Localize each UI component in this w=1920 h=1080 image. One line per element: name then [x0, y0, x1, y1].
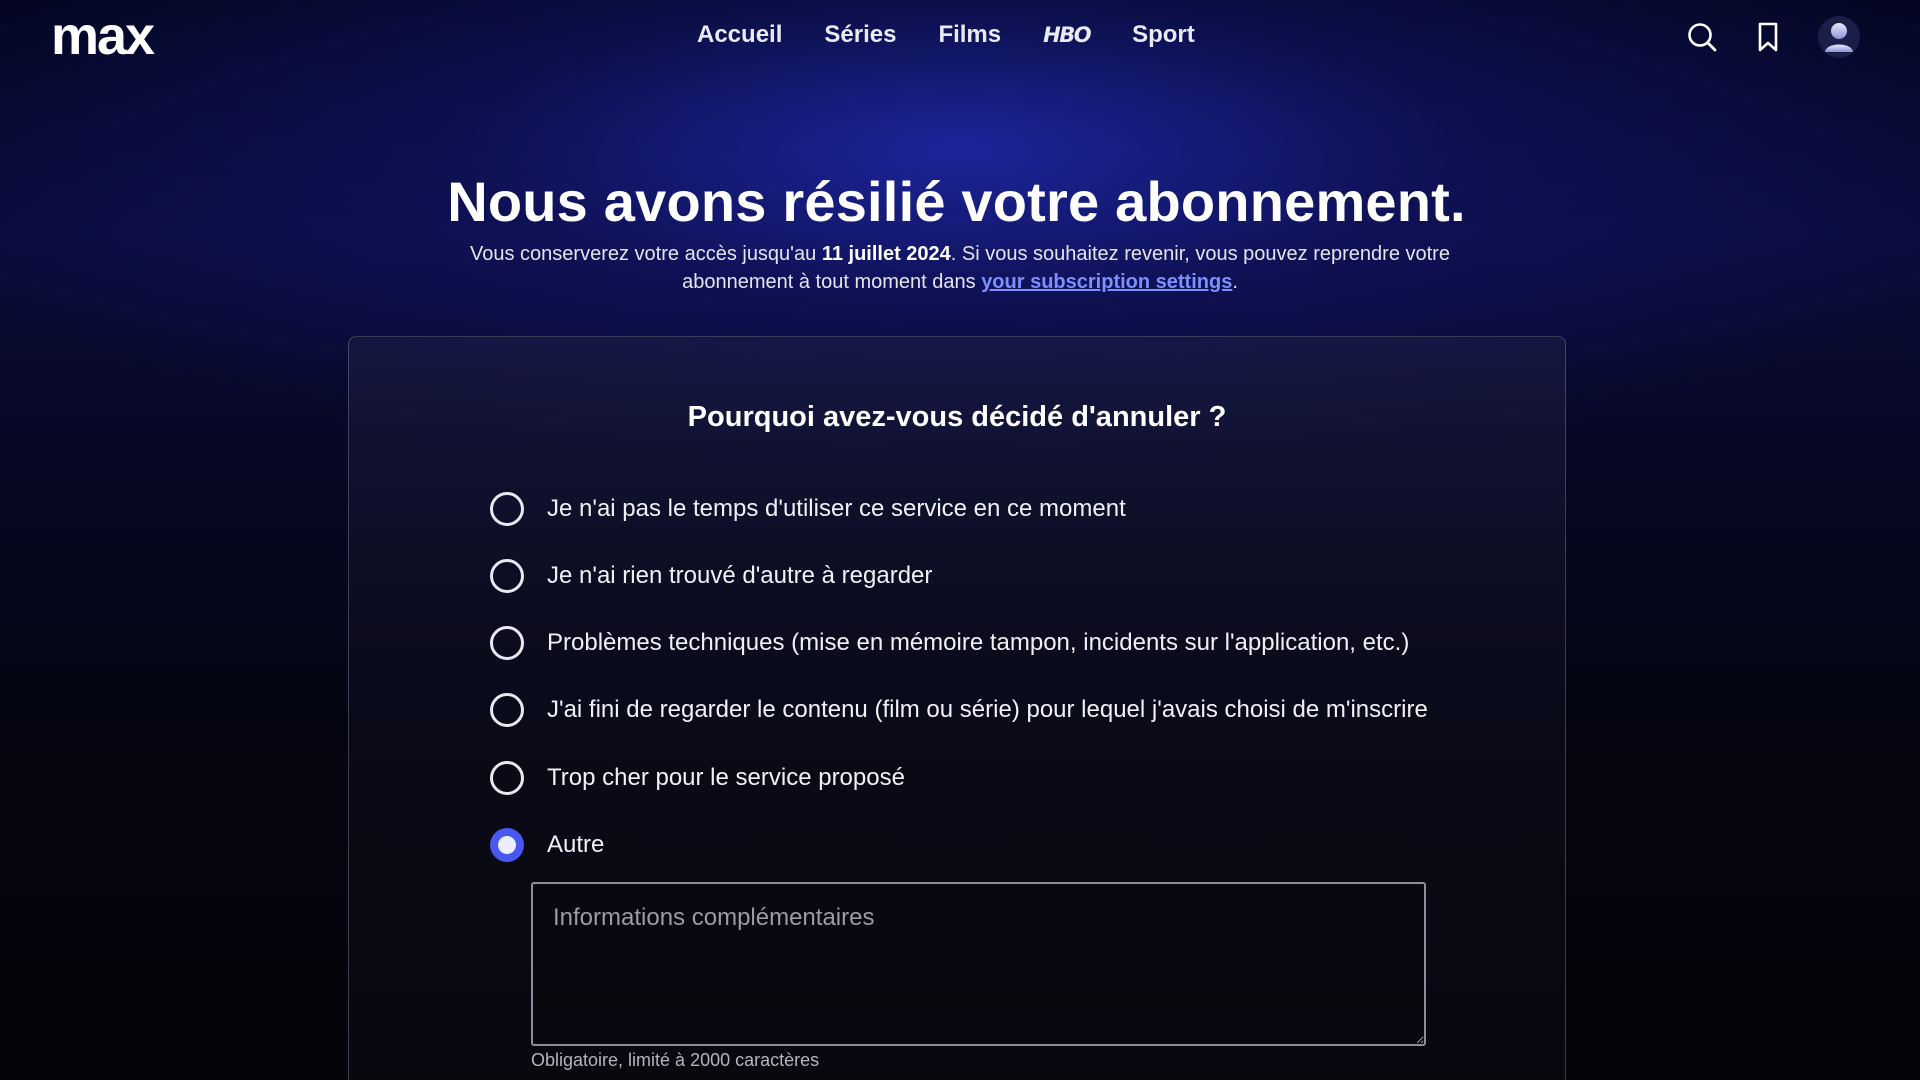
subtitle-end: .	[1232, 271, 1238, 293]
survey-option-no-time[interactable]: Je n'ai pas le temps d'utiliser ce servi…	[490, 489, 1126, 529]
radio-button[interactable]	[490, 761, 524, 795]
survey-question: Pourquoi avez-vous décidé d'annuler ?	[687, 401, 1227, 433]
option-label: Trop cher pour le service proposé	[547, 764, 905, 791]
radio-button-selected[interactable]	[490, 828, 524, 862]
survey-option-other[interactable]: Autre	[490, 825, 604, 865]
access-end-date: 11 juillet 2024	[821, 243, 951, 265]
survey-option-too-expensive[interactable]: Trop cher pour le service proposé	[490, 758, 905, 798]
top-header: max Accueil Séries Films HBO Sport	[0, 0, 1920, 72]
radio-button[interactable]	[490, 626, 524, 660]
bookmark-icon	[1758, 22, 1778, 52]
cancellation-survey-card: Pourquoi avez-vous décidé d'annuler ? Je…	[348, 336, 1566, 1080]
watchlist-button[interactable]	[1748, 17, 1788, 57]
user-profile-icon	[1825, 23, 1853, 52]
page-title: Nous avons résilié votre abonnement.	[447, 170, 1466, 233]
main-nav: Accueil Séries Films HBO Sport	[697, 18, 1237, 52]
max-logo[interactable]: max	[51, 6, 155, 66]
header-actions	[1682, 16, 1860, 58]
cancellation-info: Vous conserverez votre accès jusqu'au 11…	[420, 240, 1500, 296]
nav-item-series[interactable]: Séries	[824, 18, 896, 52]
search-button[interactable]	[1682, 17, 1722, 57]
option-label: Je n'ai rien trouvé d'autre à regarder	[547, 562, 933, 589]
search-icon	[1688, 23, 1717, 52]
survey-option-technical-issues[interactable]: Problèmes techniques (mise en mémoire ta…	[490, 623, 1409, 663]
option-label: Je n'ai pas le temps d'utiliser ce servi…	[547, 495, 1126, 522]
nav-item-sport[interactable]: Sport	[1132, 18, 1195, 52]
survey-option-nothing-to-watch[interactable]: Je n'ai rien trouvé d'autre à regarder	[490, 556, 932, 596]
radio-button[interactable]	[490, 492, 524, 526]
nav-item-hbo[interactable]: HBO	[1043, 18, 1091, 52]
radio-button[interactable]	[490, 693, 524, 727]
option-label: Problèmes techniques (mise en mémoire ta…	[547, 629, 1410, 656]
textarea-hint: Obligatoire, limité à 2000 caractères	[531, 1050, 820, 1070]
avatar[interactable]	[1818, 16, 1860, 58]
subtitle-text-1: Vous conserverez votre accès jusqu'au	[470, 243, 822, 265]
nav-item-accueil[interactable]: Accueil	[697, 18, 782, 52]
subscription-settings-link[interactable]: your subscription settings	[981, 271, 1232, 293]
radio-selected-dot	[498, 836, 516, 854]
option-label: Autre	[547, 831, 605, 858]
radio-button[interactable]	[490, 559, 524, 593]
option-label: J'ai fini de regarder le contenu (film o…	[547, 696, 1428, 723]
survey-option-finished-content[interactable]: J'ai fini de regarder le contenu (film o…	[490, 690, 1428, 730]
additional-info-textarea[interactable]	[531, 882, 1426, 1046]
nav-item-films[interactable]: Films	[938, 18, 1001, 52]
